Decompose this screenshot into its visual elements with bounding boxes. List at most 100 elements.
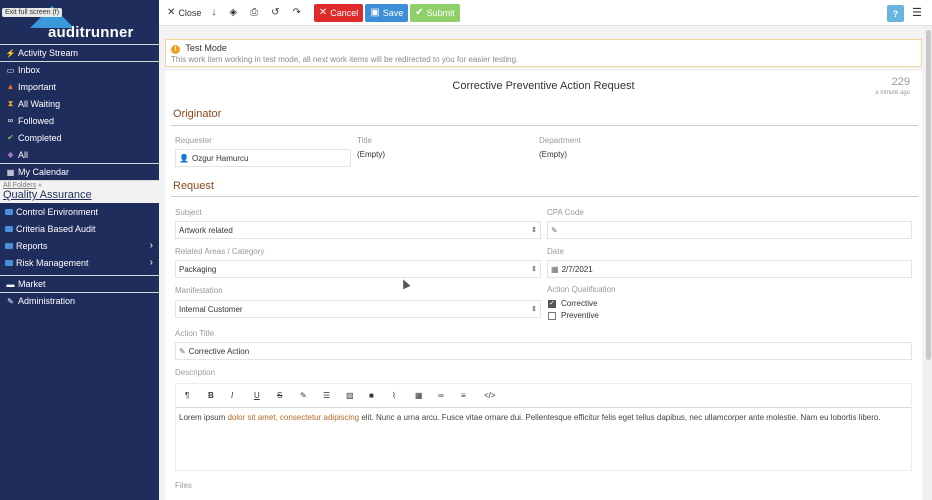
preventive-label: Preventive — [561, 311, 599, 320]
cart-icon: ▬ — [6, 279, 15, 289]
test-mode-message: This work item working in test mode, all… — [171, 55, 519, 64]
subject-value: Artwork related — [179, 225, 233, 235]
close-icon: ✕ — [318, 7, 328, 18]
section-originator-heading: Originator — [173, 108, 222, 120]
sidebar-item-my-calendar[interactable]: ▦ My Calendar — [0, 163, 159, 180]
italic-icon[interactable]: I — [231, 391, 254, 400]
code-icon[interactable]: </> — [484, 391, 507, 400]
action-title-input[interactable]: ✎ Corrective Action — [175, 342, 912, 360]
files-label: Files — [175, 481, 192, 490]
folder-item-control-environment[interactable]: Control Environment — [0, 203, 159, 220]
sidebar-item-label: All Waiting — [18, 98, 61, 109]
tags-button[interactable]: ◈ — [229, 4, 240, 22]
editor-toolbar: ¶ B I U S ✎ ☰ ▨ ■ ⌇ ▦ ∞ ≡ </> — [176, 384, 911, 408]
title-value: (Empty) — [357, 150, 385, 159]
forward-button[interactable]: ↷ — [293, 4, 304, 22]
description-label: Description — [175, 368, 216, 377]
test-mode-banner: ! Test Mode This work item working in te… — [165, 39, 922, 67]
manifestation-select[interactable]: Internal Customer ⇕ — [175, 300, 541, 318]
video-icon[interactable]: ■ — [369, 391, 392, 400]
editor-content[interactable]: Lorem ipsum dolor sit amet, consectetur … — [176, 408, 911, 427]
submit-label: Submit — [426, 7, 455, 18]
menu-icon[interactable]: ☰ — [912, 6, 922, 19]
chevron-right-icon[interactable]: › — [150, 257, 153, 268]
image-icon[interactable]: ▨ — [346, 391, 369, 400]
save-icon: ▣ — [370, 7, 380, 18]
form-timestamp: a minute ago — [875, 90, 910, 96]
align-icon[interactable]: ≡ — [461, 391, 484, 400]
section-divider — [171, 125, 918, 126]
close-label: Close — [178, 7, 202, 18]
sidebar: Exit full screen (f) auditrunner ⚡ Activ… — [0, 0, 159, 500]
sidebar-item-activity-stream[interactable]: ⚡ Activity Stream — [0, 44, 159, 61]
bold-icon[interactable]: B — [208, 391, 231, 400]
sidebar-item-market[interactable]: ▬ Market — [0, 275, 159, 292]
submit-button[interactable]: ✔ Submit — [410, 3, 460, 22]
sidebar-item-label: Inbox — [18, 65, 41, 75]
requester-field[interactable]: 👤 Ozgur Hamurcu — [175, 149, 351, 167]
list-icon[interactable]: ☰ — [323, 391, 346, 400]
sidebar-item-administration[interactable]: ✎ Administration — [0, 292, 159, 309]
save-label: Save — [382, 7, 404, 18]
table-icon[interactable]: ▦ — [415, 391, 438, 400]
sidebar-item-all[interactable]: ◆ All — [0, 146, 159, 163]
folder-item-risk-management[interactable]: Risk Management › — [0, 254, 159, 271]
user-icon: 👤 — [179, 153, 189, 163]
folder-icon — [5, 242, 13, 249]
action-qualification-label: Action Qualification — [547, 285, 616, 294]
folder-item-criteria-based-audit[interactable]: Criteria Based Audit — [0, 220, 159, 237]
folder-item-reports[interactable]: Reports › — [0, 237, 159, 254]
download-button[interactable]: ↓ — [211, 4, 219, 22]
cpa-code-input[interactable]: ✎ — [547, 221, 912, 239]
date-input[interactable]: ▦ 2/7/2021 — [547, 260, 912, 278]
description-editor[interactable]: ¶ B I U S ✎ ☰ ▨ ■ ⌇ ▦ ∞ ≡ </> Lorem ipsu… — [175, 383, 912, 471]
paragraph-icon[interactable]: ¶ — [185, 391, 208, 400]
underline-icon[interactable]: U — [254, 391, 277, 400]
scrollbar-thumb[interactable] — [926, 30, 931, 360]
exit-fullscreen-tooltip: Exit full screen (f) — [2, 8, 63, 17]
section-divider — [171, 196, 918, 197]
strikethrough-icon[interactable]: S — [277, 391, 300, 400]
department-label: Department — [539, 136, 581, 145]
tags-icon: ◈ — [229, 7, 238, 18]
attachment-icon[interactable]: ⌇ — [392, 391, 415, 400]
print-button[interactable]: ⎙ — [250, 4, 261, 22]
scrollbar[interactable] — [925, 26, 932, 500]
folder-icon — [5, 208, 13, 215]
calendar-icon: ▦ — [6, 167, 15, 177]
undo-button[interactable]: ↺ — [271, 4, 282, 22]
cancel-button[interactable]: ✕ Cancel — [313, 3, 364, 22]
toolbar: ✕ Close ↓ ◈ ⎙ ↺ ↷ ✕ Cancel ▣ Save ✔ Subm… — [159, 0, 932, 26]
help-icon: ? — [892, 8, 899, 19]
select-arrows-icon: ⇕ — [531, 266, 537, 273]
sidebar-item-label: Followed — [18, 115, 55, 126]
sidebar-item-completed[interactable]: ✔ Completed — [0, 129, 159, 146]
sidebar-item-all-waiting[interactable]: ⧗ All Waiting — [0, 95, 159, 112]
corrective-checkbox[interactable]: ✓ Corrective — [548, 299, 597, 308]
select-arrows-icon: ⇕ — [531, 227, 537, 234]
description-text: Lorem ipsum — [179, 413, 228, 422]
manifestation-label: Manifestation — [175, 286, 223, 295]
corrective-label: Corrective — [561, 299, 598, 308]
brush-icon[interactable]: ✎ — [300, 391, 323, 400]
save-button[interactable]: ▣ Save — [365, 3, 409, 22]
sidebar-item-followed[interactable]: ∞ Followed — [0, 112, 159, 129]
sidebar-item-important[interactable]: ▲ Important — [0, 78, 159, 95]
link-icon[interactable]: ∞ — [438, 391, 461, 400]
folder-item-label: Control Environment — [16, 206, 99, 217]
related-areas-select[interactable]: Packaging ⇕ — [175, 260, 541, 278]
binoculars-icon: ∞ — [7, 116, 14, 125]
subject-select[interactable]: Artwork related ⇕ — [175, 221, 541, 239]
checkbox-checked-icon: ✓ — [548, 299, 556, 308]
current-folder-title[interactable]: Quality Assurance — [3, 189, 156, 201]
close-button[interactable]: ✕ Close — [167, 4, 201, 22]
help-button[interactable]: ? — [887, 5, 904, 22]
chevron-right-icon[interactable]: › — [150, 240, 153, 251]
subject-label: Subject — [175, 208, 202, 217]
check-icon: ✔ — [7, 133, 14, 142]
breadcrumb-all-folders[interactable]: All Folders — [3, 182, 36, 189]
test-mode-title: Test Mode — [185, 43, 227, 53]
preventive-checkbox[interactable]: Preventive — [548, 311, 599, 320]
sidebar-item-inbox[interactable]: ▭ Inbox — [0, 61, 159, 78]
form-number: 229 — [891, 76, 910, 88]
